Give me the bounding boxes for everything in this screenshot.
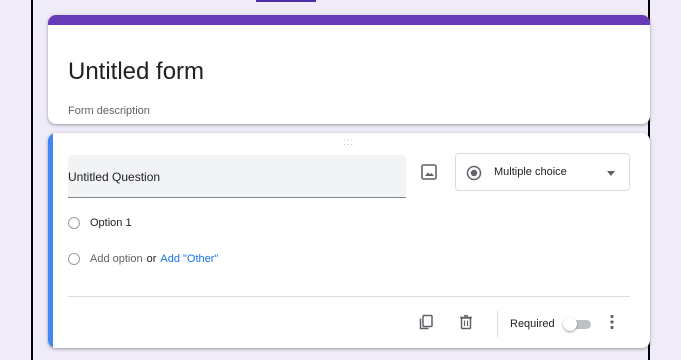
question-card[interactable]: ::: Untitled Question Multiple choice Op… [48, 133, 650, 348]
question-type-select[interactable]: Multiple choice [455, 153, 630, 191]
form-description-field[interactable]: Form description [68, 105, 150, 117]
option-row[interactable]: Option 1 [68, 217, 132, 229]
copy-icon[interactable] [418, 314, 434, 330]
more-vert-icon[interactable] [609, 314, 615, 330]
toggle-knob [563, 317, 577, 331]
option-label[interactable]: Option 1 [90, 217, 132, 229]
radio-circle-icon [68, 253, 80, 265]
question-type-label: Multiple choice [494, 166, 567, 178]
footer-vertical-divider [497, 311, 498, 337]
title-card-accent [48, 15, 650, 25]
footer-divider [68, 296, 630, 297]
or-text: or [146, 253, 157, 265]
radio-button-icon [466, 165, 482, 186]
trash-icon[interactable] [458, 314, 474, 330]
add-option-button[interactable]: Add option [90, 253, 143, 265]
form-title-card: Untitled form Form description [48, 15, 650, 124]
drag-handle-icon[interactable]: ::: [343, 137, 354, 148]
top-bar-fragment [256, 0, 316, 2]
radio-circle-icon [68, 217, 80, 229]
add-other-link[interactable]: Add "Other" [160, 253, 218, 265]
required-toggle[interactable] [563, 316, 593, 332]
chevron-down-icon [607, 171, 615, 176]
form-title[interactable]: Untitled form [68, 57, 204, 87]
question-title-input[interactable]: Untitled Question [68, 155, 406, 198]
required-label: Required [510, 318, 555, 330]
add-image-icon[interactable] [419, 162, 439, 182]
question-title-text: Untitled Question [68, 170, 161, 184]
question-active-accent [48, 133, 53, 348]
add-option-row: Add option or Add "Other" [68, 253, 218, 265]
